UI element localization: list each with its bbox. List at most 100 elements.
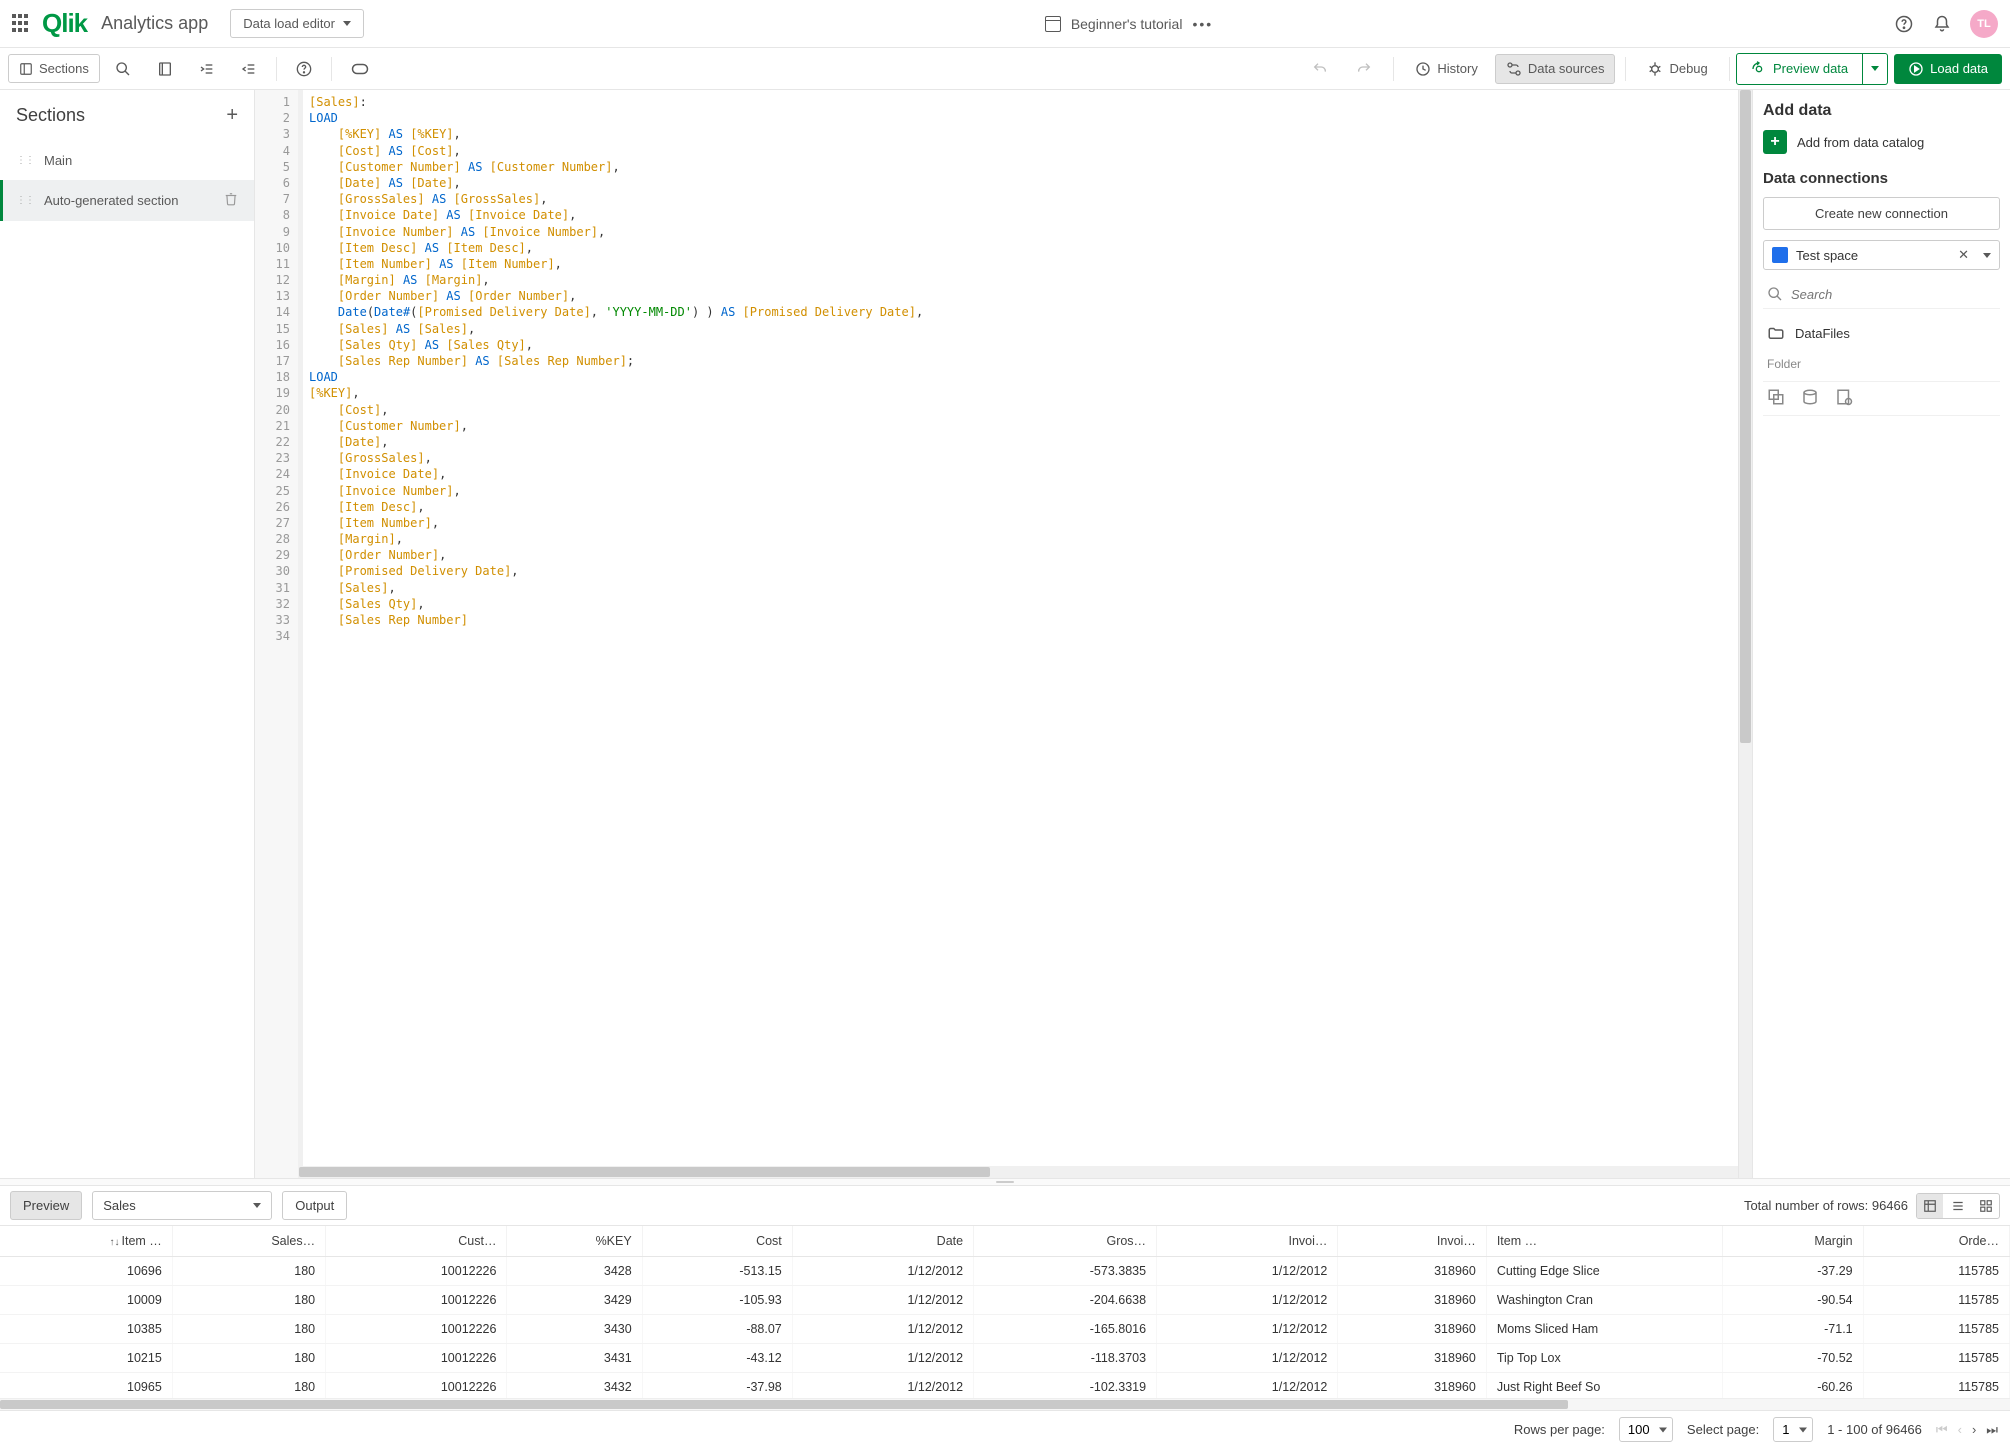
trash-icon[interactable] <box>224 192 238 209</box>
table-select-label: Sales <box>103 1198 136 1213</box>
more-icon[interactable]: ••• <box>1192 16 1213 32</box>
table-cell: Just Right Beef So <box>1486 1373 1723 1399</box>
add-data-icon[interactable] <box>1801 388 1819 409</box>
help-icon[interactable] <box>1894 14 1914 34</box>
preview-data-button[interactable]: Preview data <box>1736 53 1863 85</box>
table-cell: 1/12/2012 <box>1157 1344 1338 1373</box>
select-page-select[interactable]: 1 <box>1773 1417 1813 1442</box>
table-cell: Tip Top Lox <box>1486 1344 1723 1373</box>
plus-icon: + <box>1763 130 1787 154</box>
drag-handle-icon[interactable]: ⋮⋮ <box>16 195 34 206</box>
code-editor[interactable]: 1234567891011121314151617181920212223242… <box>255 90 1752 1178</box>
select-page-label: Select page: <box>1687 1422 1759 1437</box>
datafiles-item[interactable]: DataFiles <box>1763 319 2000 347</box>
horizontal-splitter[interactable] <box>0 1178 2010 1186</box>
add-section-icon[interactable]: + <box>226 104 238 127</box>
connection-search[interactable] <box>1763 280 2000 309</box>
indent-icon[interactable] <box>188 54 226 84</box>
prev-page-icon[interactable]: ‹ <box>1958 1422 1962 1438</box>
view-list-icon[interactable] <box>1945 1194 1971 1218</box>
data-sources-label: Data sources <box>1528 61 1605 76</box>
column-header[interactable]: Sales… <box>172 1226 325 1257</box>
create-connection-button[interactable]: Create new connection <box>1763 197 2000 230</box>
editor-hscrollbar[interactable] <box>299 1166 1738 1178</box>
app-launcher-icon[interactable] <box>12 14 32 34</box>
table-cell: 1/12/2012 <box>792 1344 973 1373</box>
column-header[interactable]: Item … <box>1486 1226 1723 1257</box>
load-data-label: Load data <box>1930 61 1988 76</box>
table-cell: 10215 <box>0 1344 172 1373</box>
next-page-icon[interactable]: › <box>1972 1422 1976 1438</box>
column-header[interactable]: %KEY <box>507 1226 642 1257</box>
table-cell: Cutting Edge Slice <box>1486 1257 1723 1286</box>
tutorial-title[interactable]: Beginner's tutorial <box>1071 16 1183 32</box>
first-page-icon[interactable]: ⏮ <box>1936 1422 1948 1438</box>
table-cell: -513.15 <box>642 1257 792 1286</box>
table-row[interactable]: 10965180100122263432-37.981/12/2012-102.… <box>0 1373 2010 1399</box>
view-mode-group <box>1916 1193 2000 1219</box>
data-sources-button[interactable]: Data sources <box>1495 54 1616 84</box>
outdent-icon[interactable] <box>230 54 268 84</box>
table-cell: 10385 <box>0 1315 172 1344</box>
table-hscrollbar[interactable] <box>0 1398 2010 1410</box>
column-header[interactable]: ↑↓Item … <box>0 1226 172 1257</box>
debug-button[interactable]: Debug <box>1636 54 1718 84</box>
preview-data-chevron[interactable] <box>1863 53 1888 85</box>
add-data-title: Add data <box>1763 102 2000 120</box>
table-cell: -71.1 <box>1723 1315 1863 1344</box>
column-header[interactable]: Date <box>792 1226 973 1257</box>
column-header[interactable]: Margin <box>1723 1226 1863 1257</box>
table-cell: 10012226 <box>326 1257 507 1286</box>
section-item[interactable]: ⋮⋮Main <box>0 141 254 180</box>
redo-icon[interactable] <box>1345 54 1383 84</box>
table-cell: Moms Sliced Ham <box>1486 1315 1723 1344</box>
rows-per-page-select[interactable]: 100 <box>1619 1417 1673 1442</box>
table-row[interactable]: 10696180100122263428-513.151/12/2012-573… <box>0 1257 2010 1286</box>
table-cell: -573.3835 <box>974 1257 1157 1286</box>
script-icon[interactable] <box>1835 388 1853 409</box>
section-item[interactable]: ⋮⋮Auto-generated section <box>0 180 254 221</box>
column-header[interactable]: Invoi… <box>1157 1226 1338 1257</box>
column-header[interactable]: Cust… <box>326 1226 507 1257</box>
table-row[interactable]: 10215180100122263431-43.121/12/2012-118.… <box>0 1344 2010 1373</box>
connection-search-input[interactable] <box>1791 287 1996 302</box>
column-header[interactable]: Cost <box>642 1226 792 1257</box>
table-selector[interactable]: Sales <box>92 1191 272 1220</box>
history-label: History <box>1437 61 1477 76</box>
add-from-catalog-button[interactable]: + Add from data catalog <box>1763 130 2000 154</box>
total-rows-label: Total number of rows: 96466 <box>1744 1198 1908 1213</box>
avatar[interactable]: TL <box>1970 10 1998 38</box>
last-page-icon[interactable]: ⏭ <box>1986 1422 1998 1438</box>
column-header[interactable]: Orde… <box>1863 1226 2009 1257</box>
tag-icon[interactable] <box>340 55 380 83</box>
view-table-icon[interactable] <box>1917 1194 1943 1218</box>
pick-data-icon[interactable] <box>1767 388 1785 409</box>
preview-tab[interactable]: Preview <box>10 1191 82 1220</box>
load-data-button[interactable]: Load data <box>1894 54 2002 84</box>
column-header[interactable]: Invoi… <box>1338 1226 1486 1257</box>
bell-icon[interactable] <box>1932 14 1952 34</box>
table-cell: 3428 <box>507 1257 642 1286</box>
clear-space-icon[interactable]: ✕ <box>1958 247 1969 263</box>
table-cell: 318960 <box>1338 1373 1486 1399</box>
table-cell: 10696 <box>0 1257 172 1286</box>
preview-data-label: Preview data <box>1773 61 1848 76</box>
mode-selector[interactable]: Data load editor <box>230 9 364 38</box>
table-cell: 10012226 <box>326 1344 507 1373</box>
history-button[interactable]: History <box>1404 54 1488 84</box>
column-header[interactable]: Gros… <box>974 1226 1157 1257</box>
comment-icon[interactable] <box>146 54 184 84</box>
sections-toggle[interactable]: Sections <box>8 54 100 83</box>
drag-handle-icon[interactable]: ⋮⋮ <box>16 155 34 166</box>
table-row[interactable]: 10385180100122263430-88.071/12/2012-165.… <box>0 1315 2010 1344</box>
view-grid-icon[interactable] <box>1973 1194 1999 1218</box>
table-cell: 318960 <box>1338 1344 1486 1373</box>
table-cell: 318960 <box>1338 1257 1486 1286</box>
editor-vscrollbar[interactable] <box>1738 90 1752 1178</box>
space-selector[interactable]: Test space ✕ <box>1763 240 2000 270</box>
undo-icon[interactable] <box>1301 54 1339 84</box>
table-row[interactable]: 10009180100122263429-105.931/12/2012-204… <box>0 1286 2010 1315</box>
search-icon[interactable] <box>104 54 142 84</box>
output-tab[interactable]: Output <box>282 1191 347 1220</box>
help-toolbar-icon[interactable] <box>285 54 323 84</box>
